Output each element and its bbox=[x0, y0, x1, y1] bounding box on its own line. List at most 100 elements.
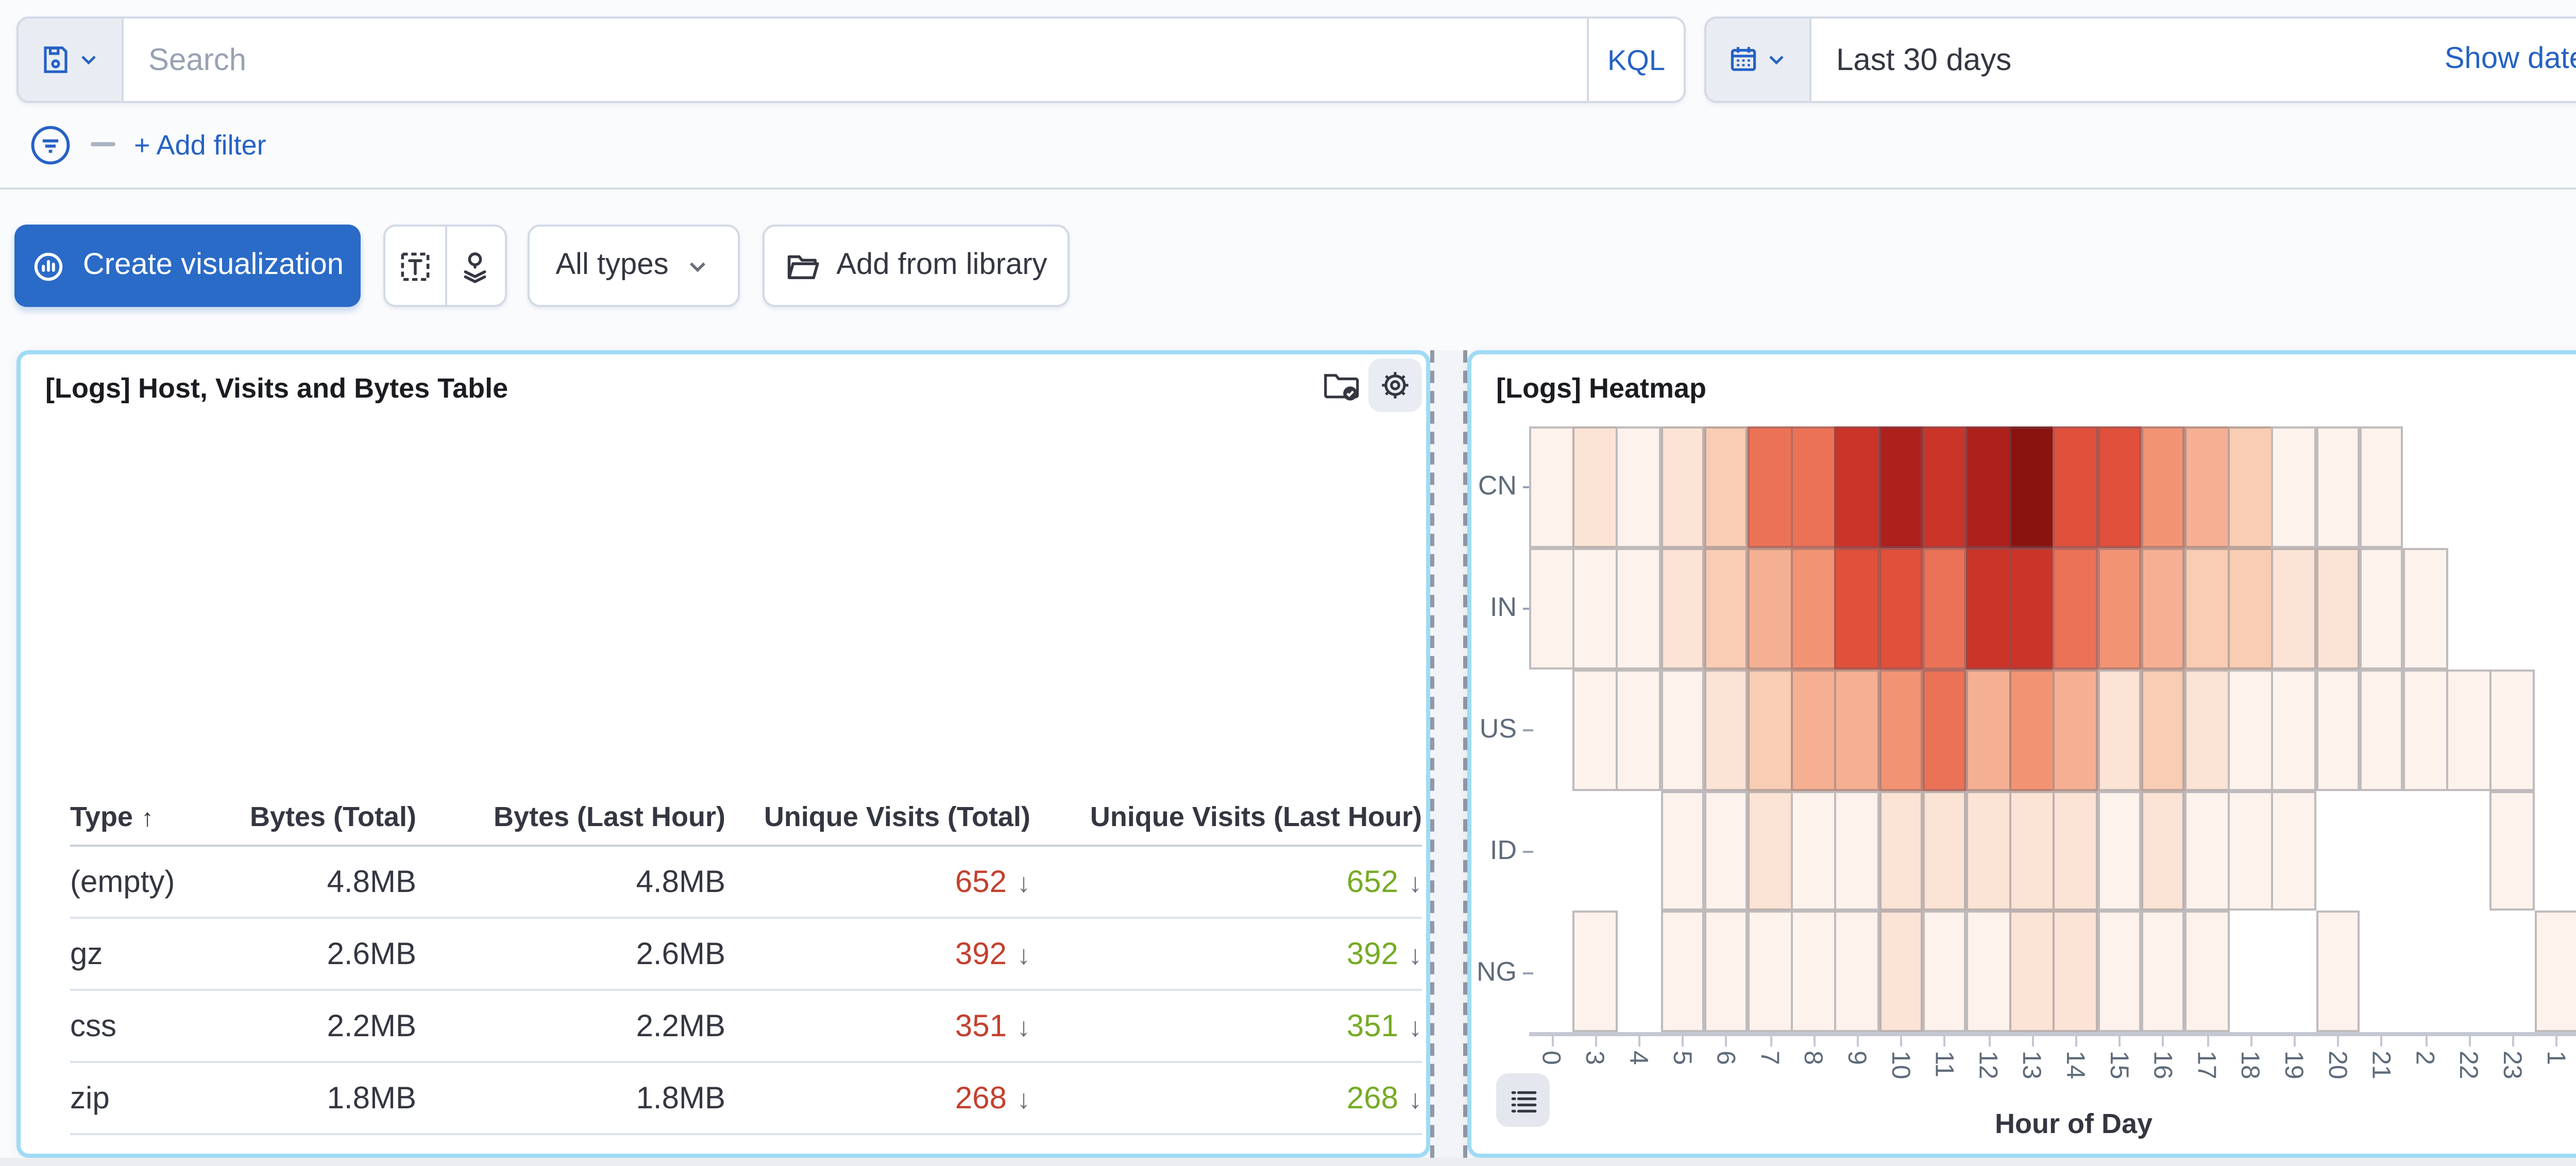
search-input[interactable]: Search KQL bbox=[16, 16, 1686, 103]
heatmap-cell[interactable] bbox=[2403, 547, 2448, 668]
heatmap-cell[interactable] bbox=[2141, 547, 2185, 668]
heatmap-cell[interactable] bbox=[2447, 669, 2492, 790]
heatmap-cell[interactable] bbox=[1529, 426, 1574, 547]
add-text-button[interactable] bbox=[385, 227, 446, 305]
heatmap-cell[interactable] bbox=[1617, 547, 1662, 668]
heatmap-cell[interactable] bbox=[2403, 669, 2448, 790]
heatmap-cell[interactable] bbox=[1660, 426, 1705, 547]
heatmap-cell[interactable] bbox=[1617, 426, 1662, 547]
heatmap-cell[interactable] bbox=[1878, 790, 1923, 911]
heatmap-cell[interactable] bbox=[2141, 669, 2185, 790]
heatmap-cell[interactable] bbox=[2184, 669, 2229, 790]
heatmap-cell[interactable] bbox=[1835, 912, 1880, 1033]
heatmap-cell[interactable] bbox=[1704, 912, 1749, 1033]
heatmap-cell[interactable] bbox=[2272, 547, 2317, 668]
heatmap-cell[interactable] bbox=[2315, 669, 2360, 790]
heatmap-cell[interactable] bbox=[2097, 669, 2142, 790]
heatmap-cell[interactable] bbox=[1922, 547, 1967, 668]
heatmap-cell[interactable] bbox=[1573, 669, 1618, 790]
time-range-value[interactable]: Last 30 days bbox=[1811, 19, 2420, 101]
create-visualization-button[interactable]: Create visualization bbox=[14, 225, 361, 307]
heatmap-cell[interactable] bbox=[2315, 912, 2360, 1033]
heatmap-cell[interactable] bbox=[1617, 669, 1662, 790]
heatmap-cell[interactable] bbox=[1660, 912, 1705, 1033]
heatmap-cell[interactable] bbox=[2315, 547, 2360, 668]
heatmap-cell[interactable] bbox=[1922, 426, 1967, 547]
heatmap-cell[interactable] bbox=[2097, 547, 2142, 668]
heatmap-cell[interactable] bbox=[1791, 790, 1836, 911]
heatmap-cell[interactable] bbox=[2315, 426, 2360, 547]
heatmap-cell[interactable] bbox=[2272, 790, 2317, 911]
heatmap-cell[interactable] bbox=[1573, 426, 1618, 547]
heatmap-cell[interactable] bbox=[1835, 547, 1880, 668]
heatmap-cell[interactable] bbox=[1966, 426, 2011, 547]
heatmap-cell[interactable] bbox=[1835, 669, 1880, 790]
heatmap-cell[interactable] bbox=[1966, 912, 2011, 1033]
heatmap-cell[interactable] bbox=[1660, 547, 1705, 668]
heatmap-cell[interactable] bbox=[2359, 547, 2404, 668]
heatmap-cell[interactable] bbox=[1573, 912, 1618, 1033]
heatmap-cell[interactable] bbox=[1704, 547, 1749, 668]
heatmap-cell[interactable] bbox=[1835, 790, 1880, 911]
heatmap-cell[interactable] bbox=[1704, 790, 1749, 911]
heatmap-cell[interactable] bbox=[1529, 547, 1574, 668]
heatmap-cell[interactable] bbox=[2184, 912, 2229, 1033]
column-header[interactable]: Bytes (Total) bbox=[202, 800, 416, 831]
heatmap-cell[interactable] bbox=[2534, 912, 2576, 1033]
heatmap-cell[interactable] bbox=[1660, 669, 1705, 790]
heatmap-cell[interactable] bbox=[2054, 547, 2098, 668]
heatmap-cell[interactable] bbox=[2272, 426, 2317, 547]
heatmap-cell[interactable] bbox=[1704, 426, 1749, 547]
heatmap-cell[interactable] bbox=[1748, 912, 1792, 1033]
panel-options-button[interactable] bbox=[1368, 358, 1422, 412]
calendar-menu-button[interactable] bbox=[1706, 19, 1811, 101]
column-header[interactable]: Type↑ bbox=[70, 800, 202, 831]
heatmap-cell[interactable] bbox=[1835, 426, 1880, 547]
column-header[interactable]: Unique Visits (Last Hour) bbox=[1030, 800, 1422, 831]
heatmap-cell[interactable] bbox=[2184, 426, 2229, 547]
heatmap-cell[interactable] bbox=[2359, 669, 2404, 790]
heatmap-cell[interactable] bbox=[2228, 426, 2273, 547]
heatmap-cell[interactable] bbox=[2141, 426, 2185, 547]
heatmap-cell[interactable] bbox=[1791, 547, 1836, 668]
heatmap-cell[interactable] bbox=[2010, 426, 2055, 547]
add-map-button[interactable] bbox=[446, 227, 505, 305]
heatmap-cell[interactable] bbox=[2141, 790, 2185, 911]
heatmap-cell[interactable] bbox=[1966, 790, 2011, 911]
legend-toggle-button[interactable] bbox=[1496, 1073, 1550, 1127]
heatmap-cell[interactable] bbox=[2010, 912, 2055, 1033]
column-header[interactable]: Bytes (Last Hour) bbox=[416, 800, 725, 831]
heatmap-cell[interactable] bbox=[1878, 547, 1923, 668]
heatmap-cell[interactable] bbox=[2097, 912, 2142, 1033]
heatmap-cell[interactable] bbox=[1878, 426, 1923, 547]
heatmap-cell[interactable] bbox=[1748, 790, 1792, 911]
heatmap-cell[interactable] bbox=[1922, 912, 1967, 1033]
add-filter-button[interactable]: + Add filter bbox=[134, 129, 266, 160]
heatmap-cell[interactable] bbox=[1791, 912, 1836, 1033]
heatmap-cell[interactable] bbox=[2097, 790, 2142, 911]
heatmap-cell[interactable] bbox=[1878, 912, 1923, 1033]
heatmap-cell[interactable] bbox=[2228, 669, 2273, 790]
heatmap-cell[interactable] bbox=[1922, 790, 1967, 911]
heatmap-cell[interactable] bbox=[1748, 669, 1792, 790]
heatmap-cell[interactable] bbox=[1791, 669, 1836, 790]
heatmap-cell[interactable] bbox=[2010, 669, 2055, 790]
heatmap-cell[interactable] bbox=[2228, 790, 2273, 911]
heatmap-cell[interactable] bbox=[2228, 547, 2273, 668]
heatmap-cell[interactable] bbox=[2141, 912, 2185, 1033]
heatmap-cell[interactable] bbox=[1966, 669, 2011, 790]
heatmap-cell[interactable] bbox=[2054, 669, 2098, 790]
all-types-select[interactable]: All types bbox=[528, 225, 740, 307]
library-check-button[interactable] bbox=[1315, 358, 1368, 412]
saved-query-menu-button[interactable] bbox=[19, 19, 124, 101]
heatmap-cell[interactable] bbox=[2490, 790, 2535, 911]
heatmap-cell[interactable] bbox=[1660, 790, 1705, 911]
column-header[interactable]: Unique Visits (Total) bbox=[725, 800, 1030, 831]
time-picker[interactable]: Last 30 days Show dates bbox=[1704, 16, 2576, 103]
heatmap-cell[interactable] bbox=[1748, 426, 1792, 547]
filter-icon[interactable] bbox=[29, 123, 72, 166]
heatmap-cell[interactable] bbox=[2054, 912, 2098, 1033]
heatmap-cell[interactable] bbox=[2010, 547, 2055, 668]
heatmap-cell[interactable] bbox=[2010, 790, 2055, 911]
heatmap-cell[interactable] bbox=[1573, 547, 1618, 668]
